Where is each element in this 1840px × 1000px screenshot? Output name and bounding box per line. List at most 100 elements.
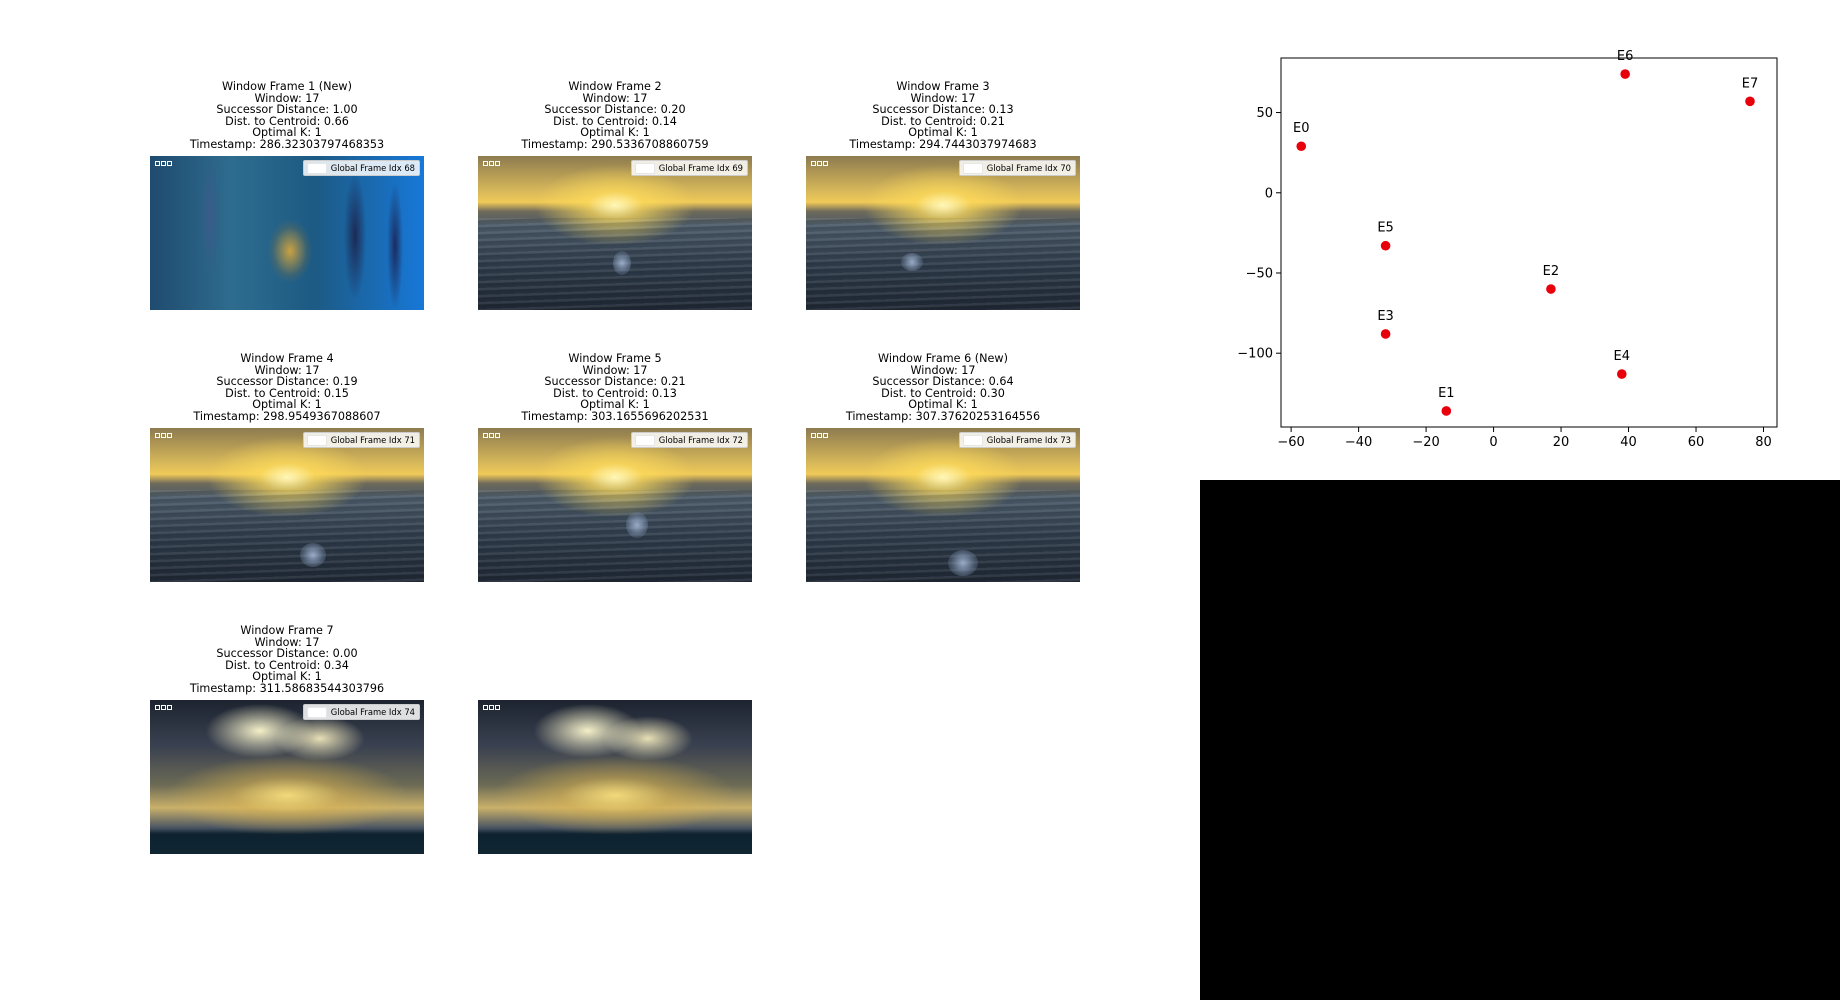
frame-successor-distance: Successor Distance: 1.00	[216, 103, 358, 116]
legend-label: Global Frame Idx 73	[986, 435, 1071, 445]
legend-swatch-icon	[634, 434, 655, 446]
frame-optimal-k: Optimal K: 1	[252, 126, 322, 139]
frame-legend: Global Frame Idx 69	[630, 160, 748, 176]
point-label-e0: E0	[1293, 121, 1310, 136]
scatter-point-e3	[1380, 329, 1391, 339]
frame-thumbnail: Global Frame Idx 69	[478, 156, 752, 310]
frame-legend: Global Frame Idx 70	[958, 160, 1076, 176]
frame-title: Window Frame 6 (New)	[878, 352, 1008, 365]
frame-legend: Global Frame Idx 72	[630, 432, 748, 448]
frame-timestamp: Timestamp: 303.1655696202531	[521, 409, 709, 423]
frame-successor-distance: Successor Distance: 0.19	[216, 375, 358, 388]
frame-timestamp: Timestamp: 311.58683544303796	[189, 681, 385, 695]
window-frame-4: Window Frame 4 Window: 17 Successor Dist…	[150, 353, 424, 582]
x-tick-label: 80	[1755, 435, 1772, 450]
frame-successor-distance: Successor Distance: 0.13	[872, 103, 1014, 116]
frame-title: Window Frame 1 (New)	[222, 80, 352, 93]
legend-label: Global Frame Idx 68	[330, 163, 415, 173]
legend-swatch-icon	[962, 434, 983, 446]
broadcaster-logo-icon	[155, 161, 172, 166]
scatter-point-e6	[1620, 69, 1630, 79]
frame-caption: Window Frame 5 Window: 17 Successor Dist…	[438, 353, 792, 422]
point-label-e3: E3	[1377, 309, 1394, 324]
frame-caption: Window Frame 7 Window: 17 Successor Dist…	[110, 625, 464, 694]
broadcaster-logo-icon	[155, 433, 172, 438]
jellyfish-blob	[901, 253, 923, 271]
y-tick-label: 0	[1265, 186, 1273, 201]
frame-thumbnail: Global Frame Idx 71	[150, 428, 424, 582]
x-tick-label: 60	[1688, 435, 1705, 450]
broadcaster-logo-icon	[483, 705, 500, 710]
y-tick-label: 50	[1256, 106, 1273, 121]
x-tick-label: −40	[1345, 435, 1372, 450]
legend-label: Global Frame Idx 74	[330, 707, 415, 717]
jellyfish-blob	[300, 543, 326, 567]
x-tick-label: 20	[1553, 435, 1570, 450]
legend-swatch-icon	[306, 706, 327, 718]
point-label-e4: E4	[1614, 349, 1631, 364]
frame-title: Window Frame 2	[568, 80, 662, 93]
point-label-e6: E6	[1617, 49, 1634, 64]
frame-timestamp: Timestamp: 294.7443037974683	[849, 137, 1037, 151]
legend-swatch-icon	[962, 162, 983, 174]
broadcaster-logo-icon	[483, 433, 500, 438]
frame-caption: Window Frame 1 (New) Window: 17 Successo…	[110, 81, 464, 150]
ocean-sunset-image	[478, 156, 752, 310]
frame-caption: Window Frame 4 Window: 17 Successor Dist…	[110, 353, 464, 422]
broadcaster-logo-icon	[811, 161, 828, 166]
scatter-points: E0 E1 E2 E3 E4 E5 E6 E7	[1293, 49, 1758, 416]
frame-successor-distance: Successor Distance: 0.21	[544, 375, 686, 388]
legend-swatch-icon	[306, 162, 327, 174]
sunrays-clouds-image	[478, 700, 752, 854]
y-tick-label: −100	[1237, 347, 1273, 362]
legend-label: Global Frame Idx 71	[330, 435, 415, 445]
frame-thumbnail: Global Frame Idx 72	[478, 428, 752, 582]
frame-successor-distance: Successor Distance: 0.00	[216, 647, 358, 660]
frame-legend: Global Frame Idx 71	[302, 432, 420, 448]
frame-legend: Global Frame Idx 74	[302, 704, 420, 720]
window-frame-2: Window Frame 2 Window: 17 Successor Dist…	[478, 81, 752, 310]
scatter-point-e0	[1296, 141, 1307, 152]
frame-thumbnail: Global Frame Idx 74	[150, 700, 424, 854]
frame-title: Window Frame 4	[240, 352, 334, 365]
frame-successor-distance: Successor Distance: 0.20	[544, 103, 686, 116]
legend-label: Global Frame Idx 69	[658, 163, 743, 173]
point-label-e7: E7	[1742, 76, 1759, 91]
frame-legend: Global Frame Idx 68	[302, 160, 420, 176]
legend-label: Global Frame Idx 72	[658, 435, 743, 445]
window-frame-1: Window Frame 1 (New) Window: 17 Successo…	[150, 81, 424, 310]
frame-timestamp: Timestamp: 290.5336708860759	[521, 137, 709, 151]
broadcaster-logo-icon	[155, 705, 172, 710]
frame-thumbnail: Global Frame Idx 68	[150, 156, 424, 310]
plot-axes-frame	[1280, 57, 1778, 428]
scatter-point-e2	[1546, 284, 1556, 294]
frame-thumbnail: Global Frame Idx 73	[806, 428, 1080, 582]
point-label-e5: E5	[1377, 221, 1394, 236]
scatter-point-e1	[1441, 406, 1452, 416]
frame-caption: Window Frame 6 (New) Window: 17 Successo…	[766, 353, 1120, 422]
legend-swatch-icon	[634, 162, 655, 174]
y-tick-label: −50	[1246, 266, 1273, 281]
frame-optimal-k: Optimal K: 1	[908, 126, 978, 139]
embedding-scatter-plot: −60 −40 −20 0 20 40 60 80500−50−100 E0E1E2E3E4E…	[1237, 49, 1778, 450]
frame-thumbnail	[478, 700, 752, 854]
point-label-e1: E1	[1438, 386, 1455, 401]
frame-optimal-k: Optimal K: 1	[908, 398, 978, 411]
ocean-sunset-image	[806, 428, 1080, 582]
jellyfish-blob	[948, 550, 978, 576]
axis-ticks: −60 −40 −20 0 20 40 60 80 50 0 −50 −100	[1237, 106, 1771, 450]
frame-optimal-k: Optimal K: 1	[580, 398, 650, 411]
black-panel	[1200, 480, 1840, 1000]
jellyfish-blob	[626, 512, 648, 538]
jellyfish-image	[150, 156, 424, 310]
frame-caption: Window Frame 3 Window: 17 Successor Dist…	[766, 81, 1120, 150]
scatter-point-e7	[1745, 96, 1755, 107]
window-frame-3: Window Frame 3 Window: 17 Successor Dist…	[806, 81, 1080, 310]
frame-timestamp: Timestamp: 307.37620253164556	[845, 409, 1041, 423]
x-tick-label: −20	[1412, 435, 1439, 450]
frame-timestamp: Timestamp: 286.32303797468353	[189, 137, 385, 151]
jellyfish-blob	[613, 251, 631, 275]
frame-timestamp: Timestamp: 298.9549367088607	[193, 409, 381, 423]
ocean-sunset-image	[806, 156, 1080, 310]
window-frame-5: Window Frame 5 Window: 17 Successor Dist…	[478, 353, 752, 582]
